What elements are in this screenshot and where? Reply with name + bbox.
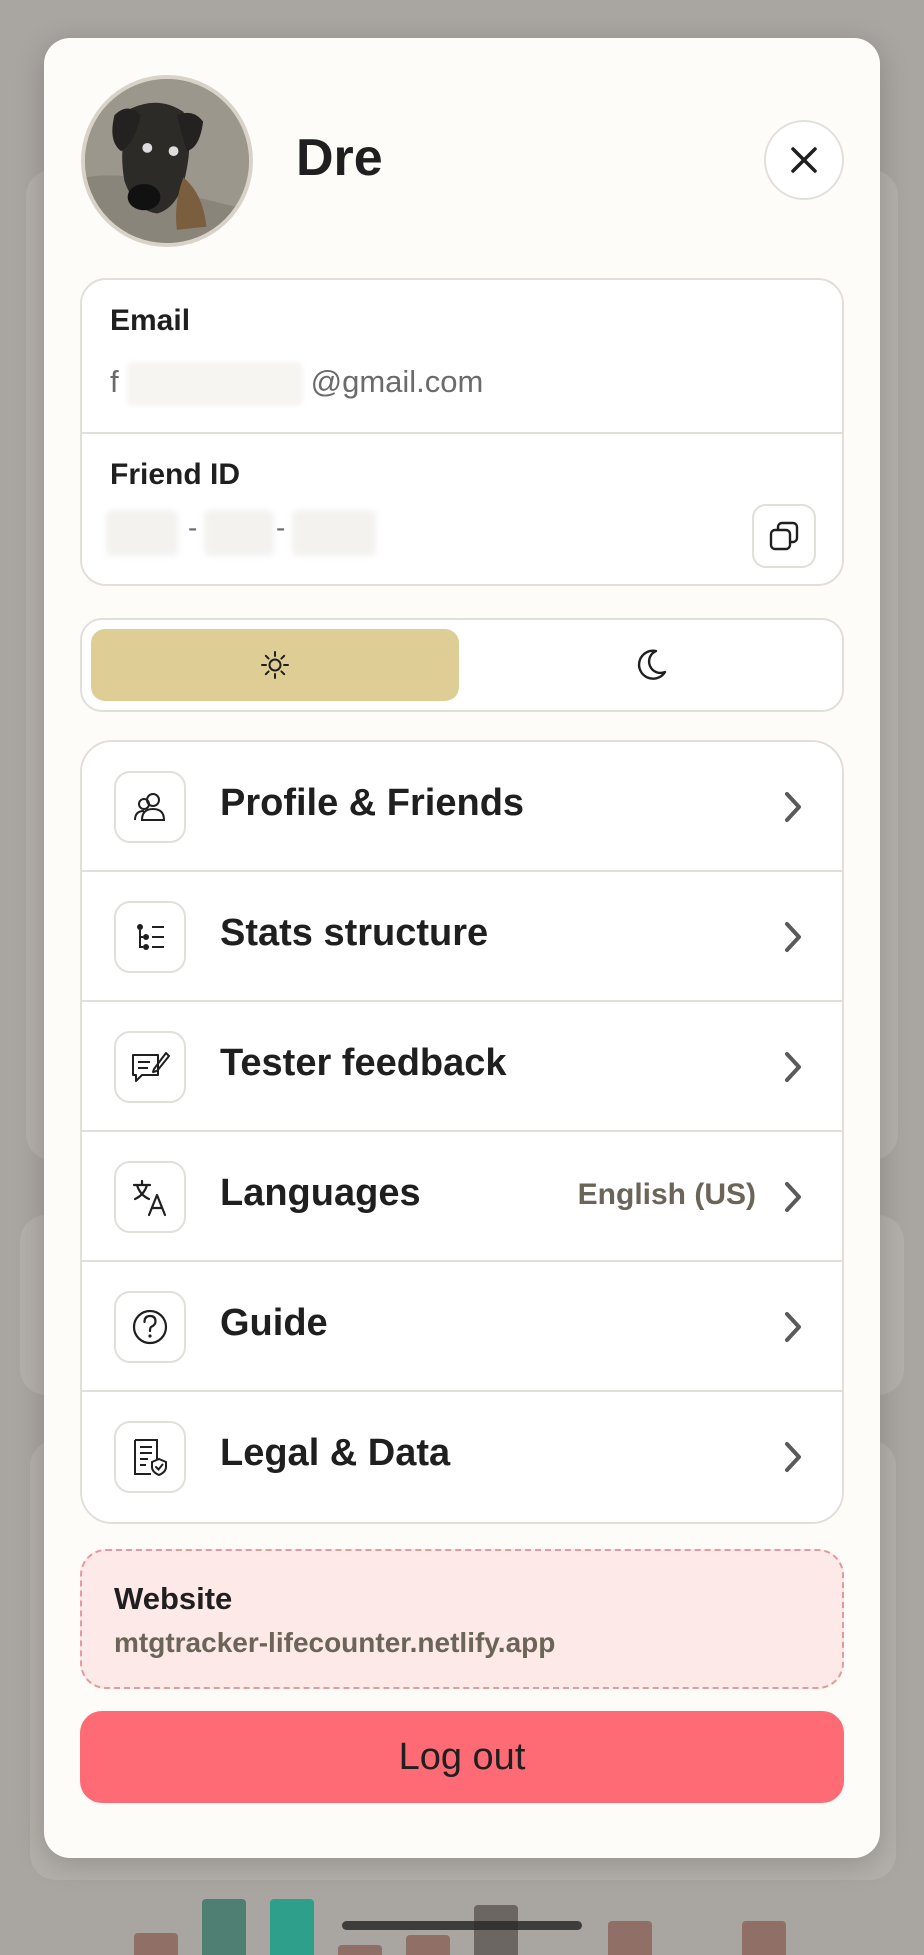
- chevron-right-icon: [785, 922, 801, 952]
- menu-icon-box: [114, 1161, 186, 1233]
- redacted-email: [126, 362, 303, 406]
- menu-item-guide[interactable]: Guide: [82, 1262, 842, 1392]
- menu-icon-box: [114, 1031, 186, 1103]
- theme-toggle: [80, 618, 844, 712]
- chevron-right-icon: [785, 1312, 801, 1342]
- email-prefix: f: [110, 364, 119, 400]
- translate-icon: [132, 1179, 167, 1217]
- email-value: f @gmail.com: [110, 362, 483, 406]
- copy-icon: [769, 521, 799, 551]
- redacted-friend-id: [106, 510, 178, 556]
- menu-item-profile-friends[interactable]: Profile & Friends: [82, 742, 842, 872]
- menu-icon-box: [114, 1421, 186, 1493]
- menu-label: Languages: [220, 1172, 421, 1214]
- email-label: Email: [110, 304, 191, 337]
- dog-photo-icon: [85, 79, 249, 243]
- help-icon: [132, 1309, 168, 1345]
- home-indicator: [342, 1921, 582, 1930]
- menu-icon-box: [114, 1291, 186, 1363]
- redacted-friend-id: [204, 510, 274, 556]
- chevron-right-icon: [785, 1182, 801, 1212]
- feedback-icon: [132, 1052, 170, 1082]
- profile-modal: Dre Email f @gmail.com Friend ID - - Pro…: [44, 38, 880, 1858]
- menu-label: Guide: [220, 1302, 328, 1344]
- friend-id-separator: -: [276, 512, 286, 543]
- website-url[interactable]: mtgtracker-lifecounter.netlify.app: [114, 1627, 555, 1659]
- menu-icon-box: [114, 771, 186, 843]
- users-icon: [134, 793, 166, 821]
- friend-id-separator: -: [188, 512, 198, 543]
- menu-item-languages[interactable]: Languages English (US): [82, 1132, 842, 1262]
- current-language: English (US): [577, 1178, 756, 1211]
- menu-label: Legal & Data: [220, 1432, 451, 1474]
- close-button[interactable]: [764, 120, 844, 200]
- copy-friend-id-button[interactable]: [752, 504, 816, 568]
- logout-button[interactable]: Log out: [80, 1711, 844, 1803]
- menu-icon-box: [114, 901, 186, 973]
- email-row: Email f @gmail.com: [82, 280, 842, 434]
- tree-list-icon: [137, 924, 164, 950]
- redacted-friend-id: [292, 510, 376, 556]
- chevron-right-icon: [785, 792, 801, 822]
- user-name: Dre: [296, 129, 383, 187]
- moon-icon: [637, 649, 667, 680]
- menu-label: Profile & Friends: [220, 782, 525, 824]
- website-label: Website: [114, 1581, 233, 1616]
- account-info-card: Email f @gmail.com Friend ID - -: [80, 278, 844, 586]
- close-icon: [791, 147, 817, 173]
- settings-menu: Profile & Friends Stats structure Tester…: [80, 740, 844, 1524]
- chevron-right-icon: [785, 1052, 801, 1082]
- chevron-right-icon: [785, 1442, 801, 1472]
- dark-theme-option[interactable]: [467, 629, 835, 701]
- menu-item-legal-data[interactable]: Legal & Data: [82, 1392, 842, 1522]
- menu-item-tester-feedback[interactable]: Tester feedback: [82, 1002, 842, 1132]
- friend-id-row: Friend ID - -: [82, 434, 842, 588]
- email-suffix: @gmail.com: [310, 364, 484, 400]
- menu-label: Stats structure: [220, 912, 489, 954]
- menu-item-stats-structure[interactable]: Stats structure: [82, 872, 842, 1002]
- sun-icon: [261, 651, 289, 679]
- light-theme-option[interactable]: [91, 629, 459, 701]
- friend-id-label: Friend ID: [110, 458, 241, 491]
- website-link-box[interactable]: Website mtgtracker-lifecounter.netlify.a…: [80, 1549, 844, 1689]
- menu-label: Tester feedback: [220, 1042, 507, 1084]
- avatar: [81, 75, 253, 247]
- legal-shield-icon: [134, 1439, 167, 1477]
